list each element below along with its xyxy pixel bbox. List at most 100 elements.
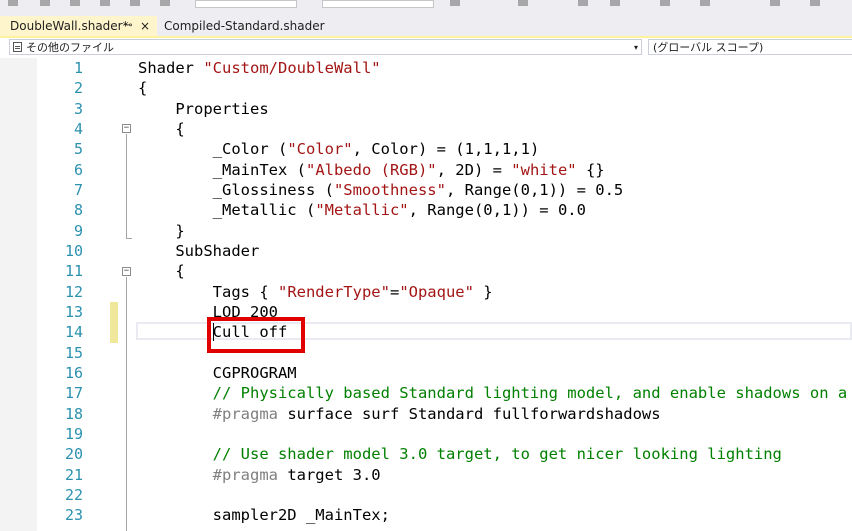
file-scope-dropdown[interactable]: その他のファイル ▾ <box>9 39 642 55</box>
code-line[interactable]: // Physically based Standard lighting mo… <box>138 383 852 403</box>
line-number: 14 <box>64 323 83 342</box>
code-token: sampler2D _MainTex; <box>138 506 390 525</box>
tab-doublewall-shader[interactable]: DoubleWall.shader* ⊸ × <box>0 16 162 36</box>
code-token: target 3.0 <box>277 465 381 484</box>
code-token: _Metallic ( <box>138 201 316 220</box>
line-number: 6 <box>73 160 83 179</box>
code-line[interactable]: _MainTex ("Albedo (RGB)", 2D) = "white" … <box>138 160 852 180</box>
code-token: _Glossiness ( <box>138 180 334 199</box>
code-line[interactable]: sampler2D _MainTex; <box>138 505 852 525</box>
code-token: #pragma <box>138 404 278 423</box>
code-token: "Color" <box>287 140 353 159</box>
code-token: Properties <box>138 99 269 118</box>
code-line[interactable]: } <box>138 221 852 241</box>
line-number: 8 <box>73 201 83 220</box>
toolbar <box>0 0 852 15</box>
line-number-gutter: 1 2 3 4 5 6 7 8 9 10 11 12 13 14 15 16 17 18 19 20 21 22 23 <box>37 58 83 526</box>
tab-compiled-standard-shader[interactable]: Compiled-Standard.shader <box>157 16 325 36</box>
code-line[interactable]: _Color ("Color", Color) = (1,1,1,1) <box>138 139 852 159</box>
code-token: , Range(0,1)) = 0.0 <box>408 201 586 220</box>
code-token: SubShader <box>138 241 260 260</box>
code-line[interactable]: { <box>138 261 852 281</box>
toolbar-button[interactable] <box>130 0 140 6</box>
line-number: 22 <box>64 485 83 504</box>
code-token: "Custom/DoubleWall" <box>203 59 381 77</box>
line-number: 18 <box>64 404 83 423</box>
tab-label: Compiled-Standard.shader <box>164 19 325 33</box>
toolbar-button[interactable] <box>700 0 710 6</box>
line-number: 7 <box>73 180 83 199</box>
toolbar-button[interactable] <box>660 0 670 6</box>
code-token: "Metallic" <box>315 201 409 220</box>
close-icon[interactable]: × <box>140 16 150 36</box>
toolbar-button[interactable] <box>100 0 110 6</box>
line-number: 4 <box>73 119 83 138</box>
line-number: 5 <box>73 140 83 159</box>
code-token: } <box>138 221 185 240</box>
toolbar-button[interactable] <box>578 0 588 6</box>
code-token: , 2D) = <box>436 160 512 179</box>
code-token: // Physically based Standard lighting mo… <box>138 384 848 403</box>
toolbar-button[interactable] <box>160 0 170 6</box>
annotation-highlight-box <box>207 317 305 353</box>
toolbar-button[interactable] <box>450 0 460 6</box>
code-line[interactable]: { <box>138 119 852 139</box>
file-scope-label: その他のファイル <box>26 41 114 54</box>
code-token: "Smoothness" <box>333 180 446 199</box>
code-line[interactable]: { <box>138 78 852 98</box>
toolbar-button[interactable] <box>518 0 528 6</box>
pin-icon[interactable]: ⊸ <box>124 16 132 36</box>
toolbar-button[interactable] <box>8 0 18 6</box>
code-token: _Color ( <box>138 140 288 159</box>
chevron-down-icon: ▾ <box>633 43 638 52</box>
line-number: 16 <box>64 363 83 382</box>
global-scope-label: (グローバル スコープ) <box>653 41 764 54</box>
code-line[interactable] <box>138 485 852 505</box>
code-token: , Color) = (1,1,1,1) <box>352 140 540 159</box>
code-token: {} <box>576 160 605 179</box>
toolbar-button[interactable] <box>810 0 820 6</box>
code-editor[interactable]: 1 2 3 4 5 6 7 8 9 10 11 12 13 14 15 16 17 18 19 20 21 22 23 − … <box>0 58 852 531</box>
line-number: 23 <box>64 506 83 525</box>
code-token: "Albedo (RGB)" <box>305 160 437 179</box>
global-scope-dropdown[interactable]: (グローバル スコープ) <box>648 39 852 55</box>
code-line[interactable]: _Metallic ("Metallic", Range(0,1)) = 0.0 <box>138 200 852 220</box>
toolbar-button[interactable] <box>610 0 620 6</box>
code-token: "Opaque" <box>399 282 474 301</box>
line-number: 9 <box>73 221 83 240</box>
navigation-bar: その他のファイル ▾ (グローバル スコープ) <box>0 38 852 59</box>
code-token: "white" <box>511 160 577 179</box>
code-line[interactable]: #pragma target 3.0 <box>138 465 852 485</box>
file-icon <box>13 42 22 52</box>
collapse-icon[interactable]: − <box>122 267 131 276</box>
code-line[interactable]: Shader "Custom/DoubleWall" <box>138 58 852 78</box>
toolbar-button[interactable] <box>40 0 50 6</box>
fold-guide <box>126 134 127 238</box>
code-token: Tags { <box>138 282 278 301</box>
code-token: , Range(0,1)) = 0.5 <box>445 180 624 199</box>
line-number: 15 <box>64 343 83 362</box>
code-line[interactable]: Properties <box>138 99 852 119</box>
code-line[interactable] <box>138 424 852 444</box>
toolbar-button[interactable] <box>770 0 780 6</box>
code-line[interactable]: SubShader <box>138 241 852 261</box>
code-line[interactable]: #pragma surface surf Standard fullforwar… <box>138 404 852 424</box>
code-token: CGPROGRAM <box>138 363 297 382</box>
code-line[interactable]: _Glossiness ("Smoothness", Range(0,1)) =… <box>138 180 852 200</box>
code-token: } <box>473 282 493 301</box>
code-token: "RenderType" <box>277 282 390 301</box>
code-line[interactable]: // Use shader model 3.0 target, to get n… <box>138 444 852 464</box>
line-number: 12 <box>64 282 83 301</box>
collapse-icon[interactable]: − <box>122 124 131 133</box>
code-token: // Use shader model 3.0 target, to get n… <box>138 445 782 464</box>
line-number: 3 <box>73 99 83 118</box>
line-number: 10 <box>64 241 83 260</box>
change-indicator <box>110 302 118 343</box>
code-token: #pragma <box>138 465 278 484</box>
toolbar-combo[interactable] <box>322 0 434 8</box>
toolbar-combo[interactable] <box>195 0 297 8</box>
toolbar-button[interactable] <box>70 0 80 6</box>
code-area[interactable]: Shader "Custom/DoubleWall"{ Properties {… <box>138 58 852 526</box>
code-line[interactable]: CGPROGRAM <box>138 363 852 383</box>
code-line[interactable]: Tags { "RenderType"="Opaque" } <box>138 282 852 302</box>
